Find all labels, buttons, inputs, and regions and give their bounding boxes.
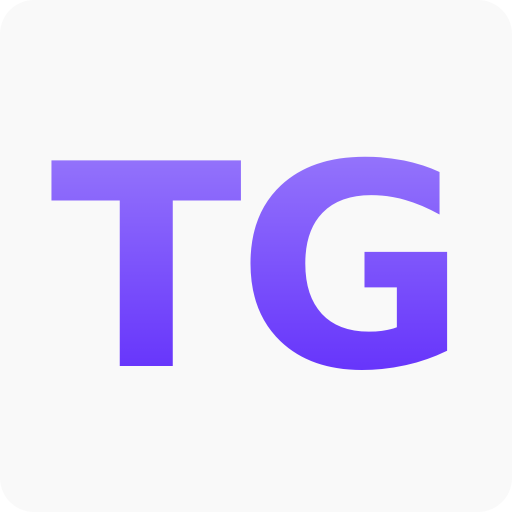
app-icon: TG (0, 0, 512, 512)
monogram-logo: TG (50, 104, 468, 433)
monogram-text: TG (50, 104, 462, 433)
